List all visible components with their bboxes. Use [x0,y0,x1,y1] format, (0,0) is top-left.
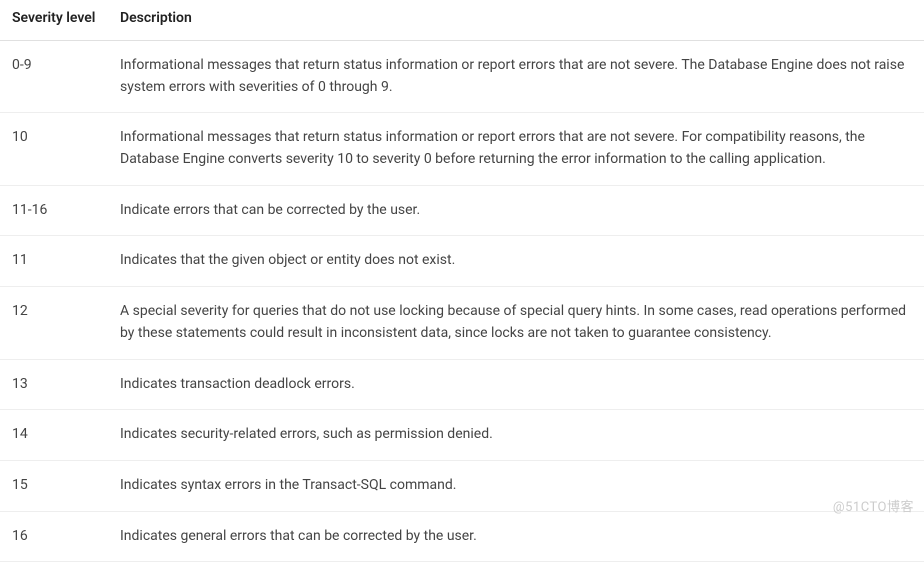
cell-level: 15 [0,460,108,511]
table-row: 0-9 Informational messages that return s… [0,41,924,113]
cell-description: Indicates transaction deadlock errors. [108,359,924,410]
cell-description: Indicate errors that can be corrected by… [108,185,924,236]
table-row: 14 Indicates security-related errors, su… [0,410,924,461]
cell-description: Informational messages that return statu… [108,41,924,113]
cell-level: 16 [0,511,108,562]
cell-description: Indicates syntax errors in the Transact-… [108,460,924,511]
table-header-row: Severity level Description [0,0,924,41]
table-row: 10 Informational messages that return st… [0,113,924,185]
cell-description: Indicates that the given object or entit… [108,236,924,287]
cell-level: 11 [0,236,108,287]
cell-level: 0-9 [0,41,108,113]
table-row: 12 A special severity for queries that d… [0,287,924,359]
table-row: 13 Indicates transaction deadlock errors… [0,359,924,410]
header-description: Description [108,0,924,41]
cell-description: A special severity for queries that do n… [108,287,924,359]
header-severity-level: Severity level [0,0,108,41]
severity-table: Severity level Description 0-9 Informati… [0,0,924,562]
cell-level: 11-16 [0,185,108,236]
cell-description: Indicates general errors that can be cor… [108,511,924,562]
table-row: 15 Indicates syntax errors in the Transa… [0,460,924,511]
table-row: 16 Indicates general errors that can be … [0,511,924,562]
table-row: 11 Indicates that the given object or en… [0,236,924,287]
cell-level: 10 [0,113,108,185]
cell-level: 14 [0,410,108,461]
cell-description: Indicates security-related errors, such … [108,410,924,461]
table-row: 11-16 Indicate errors that can be correc… [0,185,924,236]
cell-level: 12 [0,287,108,359]
cell-level: 13 [0,359,108,410]
cell-description: Informational messages that return statu… [108,113,924,185]
